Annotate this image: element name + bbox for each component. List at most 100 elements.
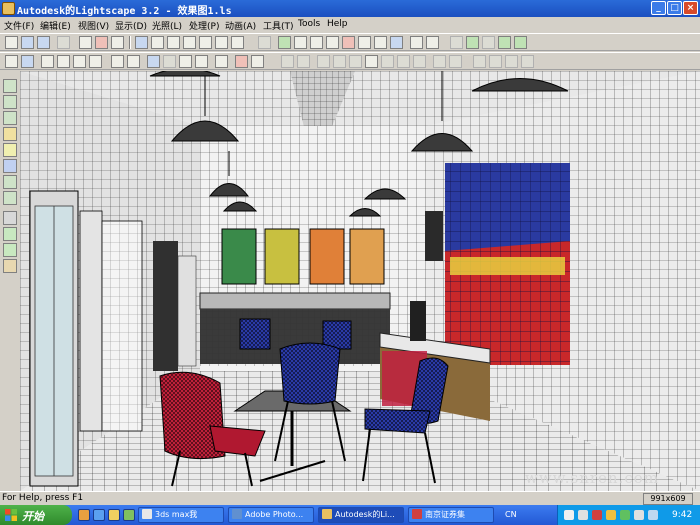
camera-icon[interactable] (410, 36, 423, 49)
select-arrow-icon[interactable] (21, 55, 34, 68)
figure-4-icon[interactable] (521, 55, 534, 68)
undo-icon[interactable] (57, 36, 70, 49)
object-5-icon[interactable] (215, 55, 228, 68)
rotate-icon[interactable] (390, 36, 403, 49)
light-2-icon[interactable] (466, 36, 479, 49)
view-cube-3-icon[interactable] (183, 36, 196, 49)
help-icon[interactable] (95, 36, 108, 49)
menu-light[interactable]: 光照(L) (152, 19, 182, 32)
menu-edit[interactable]: 编辑(E) (40, 19, 71, 32)
walk-icon[interactable] (358, 36, 371, 49)
paste-icon[interactable] (127, 55, 140, 68)
tool-cube-3-icon[interactable] (3, 111, 17, 125)
select-add-icon[interactable] (73, 55, 86, 68)
orbit-icon[interactable] (294, 36, 307, 49)
tool-globe-icon[interactable] (3, 159, 17, 173)
axis-x-icon[interactable] (317, 55, 330, 68)
task-photoshop[interactable]: Adobe Photo... (228, 507, 314, 523)
plane-zx-icon[interactable] (413, 55, 426, 68)
transform-icon[interactable] (235, 55, 248, 68)
menu-tools-en[interactable]: Tools (298, 19, 320, 29)
move-icon[interactable] (281, 55, 294, 68)
object-2-icon[interactable] (163, 55, 176, 68)
tool-cube-2-icon[interactable] (3, 95, 17, 109)
menu-tools[interactable]: 工具(T) (263, 19, 294, 32)
render-viewport[interactable]: www.snren.com (20, 71, 700, 491)
tool-process-icon[interactable] (3, 243, 17, 257)
menu-help[interactable]: Help (327, 19, 348, 29)
quicklaunch-explorer-icon[interactable] (78, 509, 90, 521)
object-1-icon[interactable] (147, 55, 160, 68)
maximize-button[interactable]: □ (667, 1, 682, 15)
light-3-icon[interactable] (482, 36, 495, 49)
menu-process[interactable]: 处理(P) (189, 19, 219, 32)
tool-cube-1-icon[interactable] (3, 79, 17, 93)
object-4-icon[interactable] (195, 55, 208, 68)
context-help-icon[interactable] (111, 36, 124, 49)
pointer-icon[interactable] (5, 55, 18, 68)
view-cube-4-icon[interactable] (199, 36, 212, 49)
view-cube-2-icon[interactable] (167, 36, 180, 49)
tool-light-icon[interactable] (3, 143, 17, 157)
tool-doc-icon[interactable] (3, 211, 17, 225)
view-cube-1-icon[interactable] (151, 36, 164, 49)
select-sub-icon[interactable] (89, 55, 102, 68)
select-zoom-icon[interactable] (57, 55, 70, 68)
minimize-button[interactable]: _ (651, 1, 666, 15)
select-icon[interactable] (135, 36, 148, 49)
eye-icon[interactable] (278, 36, 291, 49)
task-securities[interactable]: 南京证券集 (408, 507, 494, 523)
save-icon[interactable] (37, 36, 50, 49)
pan-icon[interactable] (342, 36, 355, 49)
tray-arrow-icon[interactable] (578, 510, 588, 520)
object-3-icon[interactable] (179, 55, 192, 68)
open-file-icon[interactable] (21, 36, 34, 49)
tool-refresh-icon[interactable] (3, 227, 17, 241)
task-3dsmax[interactable]: 3ds max我 (138, 507, 224, 523)
tray-im-icon[interactable] (620, 510, 630, 520)
plane-yz-icon[interactable] (397, 55, 410, 68)
tray-display-icon[interactable] (648, 510, 658, 520)
tray-help-icon[interactable] (564, 510, 574, 520)
light-1-icon[interactable] (450, 36, 463, 49)
tool-layers-icon[interactable] (3, 191, 17, 205)
language-indicator[interactable]: CN (505, 510, 517, 519)
axis-z-icon[interactable] (349, 55, 362, 68)
light-4-icon[interactable] (498, 36, 511, 49)
menu-view[interactable]: 视图(V) (78, 19, 109, 32)
select-box-icon[interactable] (41, 55, 54, 68)
tool-pencil-icon[interactable] (3, 127, 17, 141)
axis-y-icon[interactable] (333, 55, 346, 68)
fly-icon[interactable] (374, 36, 387, 49)
quicklaunch-desktop-icon[interactable] (123, 509, 135, 521)
zoom-in-icon[interactable] (310, 36, 323, 49)
new-file-icon[interactable] (5, 36, 18, 49)
tool-undo-icon[interactable] (3, 259, 17, 273)
transform-2-icon[interactable] (251, 55, 264, 68)
step-back-icon[interactable] (433, 55, 446, 68)
plane-xz-icon[interactable] (381, 55, 394, 68)
view-cube-6-icon[interactable] (231, 36, 244, 49)
light-5-icon[interactable] (514, 36, 527, 49)
tray-network-icon[interactable] (606, 510, 616, 520)
copy-icon[interactable] (111, 55, 124, 68)
menu-animation[interactable]: 动画(A) (225, 19, 256, 32)
view-cube-5-icon[interactable] (215, 36, 228, 49)
close-button[interactable]: × (683, 1, 698, 15)
rotate-object-icon[interactable] (297, 55, 310, 68)
figure-1-icon[interactable] (473, 55, 486, 68)
print-icon[interactable] (79, 36, 92, 49)
start-button[interactable]: 开始 (0, 505, 72, 525)
quicklaunch-ie-icon[interactable] (93, 509, 105, 521)
menu-display[interactable]: 显示(D) (115, 19, 147, 32)
step-forward-icon[interactable] (449, 55, 462, 68)
render-icon[interactable] (258, 36, 271, 49)
tool-mesh-icon[interactable] (3, 175, 17, 189)
menu-file[interactable]: 文件(F) (4, 19, 34, 32)
figure-2-icon[interactable] (489, 55, 502, 68)
plane-xy-icon[interactable] (365, 55, 378, 68)
snapshot-icon[interactable] (426, 36, 439, 49)
tray-volume-icon[interactable] (634, 510, 644, 520)
tray-antivirus-icon[interactable] (592, 510, 602, 520)
zoom-icon[interactable] (326, 36, 339, 49)
